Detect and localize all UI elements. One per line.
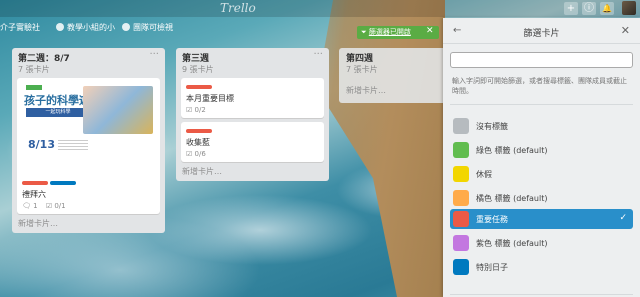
label-swatch bbox=[453, 142, 469, 158]
card-cover-image: 孩子的科學遊戲 一起玩科學 8/13 bbox=[22, 82, 155, 174]
label-filter-vacation[interactable]: 休假 bbox=[450, 164, 633, 184]
globe-icon bbox=[122, 23, 130, 31]
card-label-red bbox=[22, 181, 48, 185]
list-item[interactable]: 收集藍 ☑ 0/6 bbox=[181, 122, 324, 162]
list-title[interactable]: 第四週 bbox=[346, 51, 443, 64]
team-name: 教學小組的小 bbox=[67, 23, 115, 32]
filter-close-icon[interactable]: ✕ bbox=[426, 26, 434, 36]
team-icon bbox=[56, 23, 64, 31]
card-label-red bbox=[186, 129, 212, 133]
add-card-button[interactable]: 新增卡片… bbox=[18, 218, 160, 229]
label-filter-orange[interactable]: 橘色 標籤 (default) bbox=[450, 188, 633, 208]
checklist-icon: ☑ 0/2 bbox=[186, 106, 206, 114]
filter-help-text: 輸入字詞即可開始篩選，或者搜尋標籤、團隊成員或截止時間。 bbox=[452, 77, 627, 95]
comment-icon: 🗨 1 bbox=[22, 202, 38, 210]
label-filter-purple[interactable]: 紫色 標籤 (default) bbox=[450, 233, 633, 253]
list-card-count: 7 張卡片 bbox=[346, 65, 378, 74]
card-title: 本月重要目標 bbox=[186, 94, 234, 103]
panel-header: ← 篩選卡片 ✕ bbox=[443, 18, 640, 44]
label-filter-important[interactable]: 重要任務 ✓ bbox=[450, 209, 633, 229]
list-week-4: 第四週 7 張卡片 新增卡片… bbox=[339, 48, 449, 103]
card-badges: ☑ 0/2 bbox=[186, 106, 319, 114]
label-filter-green[interactable]: 綠色 標籤 (default) bbox=[450, 140, 633, 160]
top-bar: Trello + ⓘ 🔔 bbox=[0, 0, 640, 17]
poster-date: 8/13 bbox=[28, 138, 55, 151]
label-name: 橘色 標籤 (default) bbox=[476, 194, 548, 203]
divider bbox=[450, 104, 633, 105]
card-title: 收集藍 bbox=[186, 138, 210, 147]
poster-subtitle: 一起玩科學 bbox=[26, 108, 90, 117]
panel-title: 篩選卡片 bbox=[523, 29, 560, 39]
label-name: 沒有標籤 bbox=[476, 122, 508, 131]
info-button[interactable]: ⓘ bbox=[582, 2, 596, 15]
card-title: 禮拜六 bbox=[22, 190, 46, 199]
comment-count: 1 bbox=[33, 202, 38, 210]
list-item[interactable]: 孩子的科學遊戲 一起玩科學 8/13 禮拜六 🗨 1 ☑ 0/1 bbox=[17, 78, 160, 214]
divider bbox=[450, 294, 633, 295]
list-week-3: 第三週 9 張卡片 ··· 本月重要目標 ☑ 0/2 收集藍 ☑ 0/6 新增卡… bbox=[176, 48, 329, 181]
poster-logo bbox=[26, 85, 42, 90]
label-swatch bbox=[453, 118, 469, 134]
checklist-count: 0/1 bbox=[54, 202, 66, 210]
list-menu-icon[interactable]: ··· bbox=[149, 49, 159, 60]
filter-label: 篩選器已開啟 bbox=[368, 28, 411, 36]
label-name: 特別日子 bbox=[476, 263, 508, 272]
label-name: 綠色 標籤 (default) bbox=[476, 146, 548, 155]
card-label-red bbox=[186, 85, 212, 89]
visibility-button[interactable]: 團隊可檢視 bbox=[122, 22, 173, 33]
card-label-blue bbox=[50, 181, 76, 185]
poster-photo bbox=[83, 86, 153, 134]
filter-search-input[interactable] bbox=[450, 52, 633, 68]
poster-text-lines bbox=[58, 140, 88, 150]
board-title[interactable]: 介子實驗社 bbox=[0, 22, 40, 33]
trello-logo[interactable]: Trello bbox=[220, 1, 256, 15]
checklist-icon: ☑ 0/6 bbox=[186, 150, 206, 158]
list-card-count: 7 張卡片 bbox=[18, 65, 50, 74]
add-card-button[interactable]: 新增卡片… bbox=[346, 85, 443, 96]
list-menu-icon[interactable]: ··· bbox=[313, 49, 323, 60]
label-swatch bbox=[453, 211, 469, 227]
close-icon[interactable]: ✕ bbox=[621, 24, 630, 37]
notifications-button[interactable]: 🔔 bbox=[600, 2, 614, 15]
label-swatch bbox=[453, 259, 469, 275]
label-swatch bbox=[453, 166, 469, 182]
label-swatch bbox=[453, 235, 469, 251]
checklist-count: 0/6 bbox=[194, 150, 206, 158]
check-icon: ✓ bbox=[619, 213, 627, 223]
add-button[interactable]: + bbox=[564, 2, 578, 15]
label-filter-special-day[interactable]: 特別日子 bbox=[450, 257, 633, 277]
label-name: 休假 bbox=[476, 170, 492, 179]
label-filter-no-label[interactable]: 沒有標籤 bbox=[450, 116, 633, 136]
list-title[interactable]: 第二週：8/7 bbox=[18, 51, 160, 64]
list-item[interactable]: 本月重要目標 ☑ 0/2 bbox=[181, 78, 324, 118]
list-card-count: 9 張卡片 bbox=[182, 65, 214, 74]
checklist-count: 0/2 bbox=[194, 106, 206, 114]
list-week-2: 第二週：8/7 7 張卡片 ··· 孩子的科學遊戲 一起玩科學 8/13 禮拜六… bbox=[12, 48, 165, 233]
label-name: 重要任務 bbox=[476, 215, 508, 224]
card-badges: ☑ 0/6 bbox=[186, 150, 319, 158]
filter-icon: ⏷ bbox=[361, 28, 369, 36]
checklist-icon: ☑ 0/1 bbox=[45, 202, 66, 210]
list-title[interactable]: 第三週 bbox=[182, 51, 324, 64]
avatar[interactable] bbox=[622, 1, 636, 15]
team-link[interactable]: 教學小組的小 bbox=[56, 22, 115, 33]
label-name: 紫色 標籤 (default) bbox=[476, 239, 548, 248]
filter-cards-panel: ← 篩選卡片 ✕ 輸入字詞即可開始篩選，或者搜尋標籤、團隊成員或截止時間。 沒有… bbox=[443, 18, 640, 297]
visibility-label: 團隊可檢視 bbox=[133, 23, 173, 32]
card-badges: 🗨 1 ☑ 0/1 bbox=[22, 202, 155, 210]
add-card-button[interactable]: 新增卡片… bbox=[182, 166, 324, 177]
label-swatch bbox=[453, 190, 469, 206]
